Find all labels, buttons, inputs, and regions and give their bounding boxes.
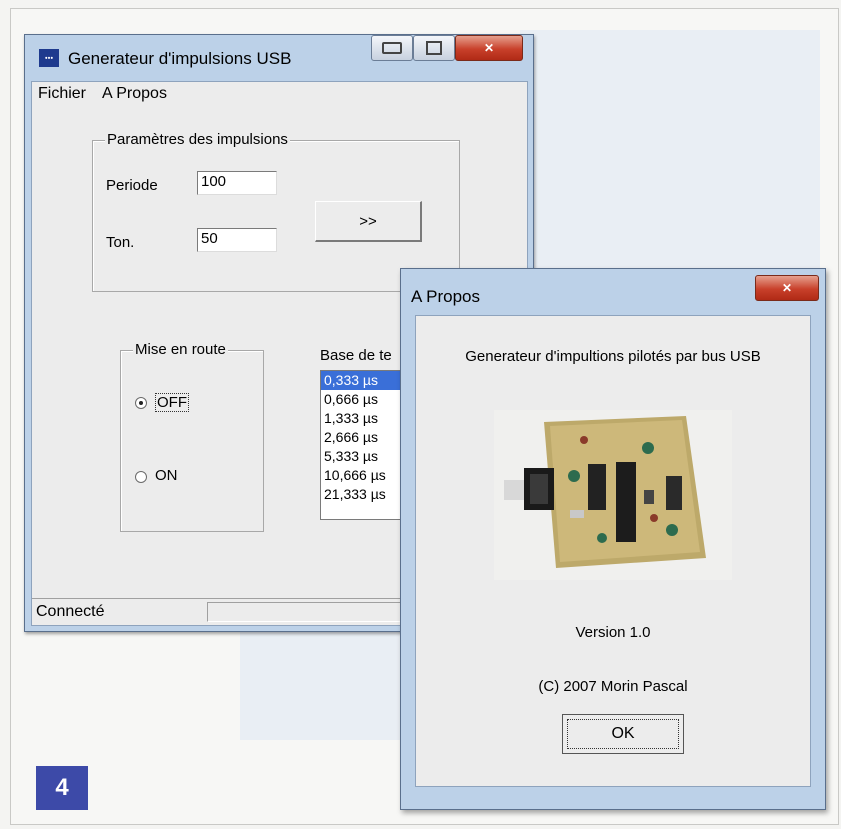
list-item[interactable]: 0,333 µs — [321, 371, 411, 390]
close-icon: ✕ — [483, 41, 495, 55]
about-client-area: Generateur d'impultions pilotés par bus … — [415, 315, 811, 787]
status-text: Connecté — [36, 603, 105, 620]
about-description: Generateur d'impultions pilotés par bus … — [465, 348, 761, 365]
params-group-label: Paramètres des impulsions — [105, 131, 290, 148]
ton-label: Ton. — [106, 234, 135, 251]
on-label[interactable]: ON — [155, 467, 178, 484]
apply-button[interactable]: >> — [315, 201, 422, 242]
minimize-button[interactable] — [371, 35, 413, 61]
about-copyright: (C) 2007 Morin Pascal — [538, 678, 688, 695]
pcb-photo — [494, 410, 732, 580]
periode-input[interactable]: 100 — [197, 171, 277, 195]
about-dialog: A Propos ✕ Generateur d'impultions pilot… — [400, 268, 826, 810]
off-radio[interactable] — [135, 397, 147, 409]
pcb-image — [494, 410, 732, 580]
figure-number-badge: 4 — [36, 766, 88, 810]
background-panel — [520, 30, 820, 270]
about-version: Version 1.0 — [575, 624, 651, 641]
about-title: A Propos — [411, 287, 480, 306]
list-item[interactable]: 5,333 µs — [321, 447, 411, 466]
periode-label: Periode — [106, 177, 158, 194]
list-item[interactable]: 0,666 µs — [321, 390, 411, 409]
maximize-icon — [426, 41, 442, 55]
off-label[interactable]: OFF — [155, 393, 189, 412]
list-item[interactable]: 2,666 µs — [321, 428, 411, 447]
close-button[interactable]: ✕ — [455, 35, 523, 61]
menu-apropos[interactable]: A Propos — [96, 85, 177, 103]
ok-button[interactable]: OK — [562, 714, 684, 754]
main-window-title: Generateur d'impulsions USB — [68, 49, 292, 68]
close-icon: ✕ — [781, 281, 793, 295]
minimize-icon — [382, 42, 402, 54]
main-titlebar[interactable]: ꞏꞏꞏ Generateur d'impulsions USB ✕ — [25, 35, 533, 75]
maximize-button[interactable] — [413, 35, 455, 61]
on-radio[interactable] — [135, 471, 147, 483]
mise-en-route-groupbox: Mise en route OFF ON — [120, 341, 264, 532]
base-de-temps-list[interactable]: 0,333 µs 0,666 µs 1,333 µs 2,666 µs 5,33… — [320, 370, 412, 520]
base-de-temps-label: Base de te — [320, 347, 392, 364]
list-item[interactable]: 10,666 µs — [321, 466, 411, 485]
about-titlebar[interactable]: A Propos ✕ — [401, 269, 825, 309]
list-item[interactable]: 21,333 µs — [321, 485, 411, 504]
menu-bar: Fichier A Propos — [32, 82, 527, 106]
ton-input[interactable]: 50 — [197, 228, 277, 252]
ok-button-label: OK — [567, 719, 679, 749]
app-icon: ꞏꞏꞏ — [39, 49, 59, 67]
about-close-button[interactable]: ✕ — [755, 275, 819, 301]
background-panel — [240, 620, 410, 740]
list-item[interactable]: 1,333 µs — [321, 409, 411, 428]
mise-en-route-label: Mise en route — [133, 341, 228, 358]
menu-fichier[interactable]: Fichier — [32, 85, 96, 103]
